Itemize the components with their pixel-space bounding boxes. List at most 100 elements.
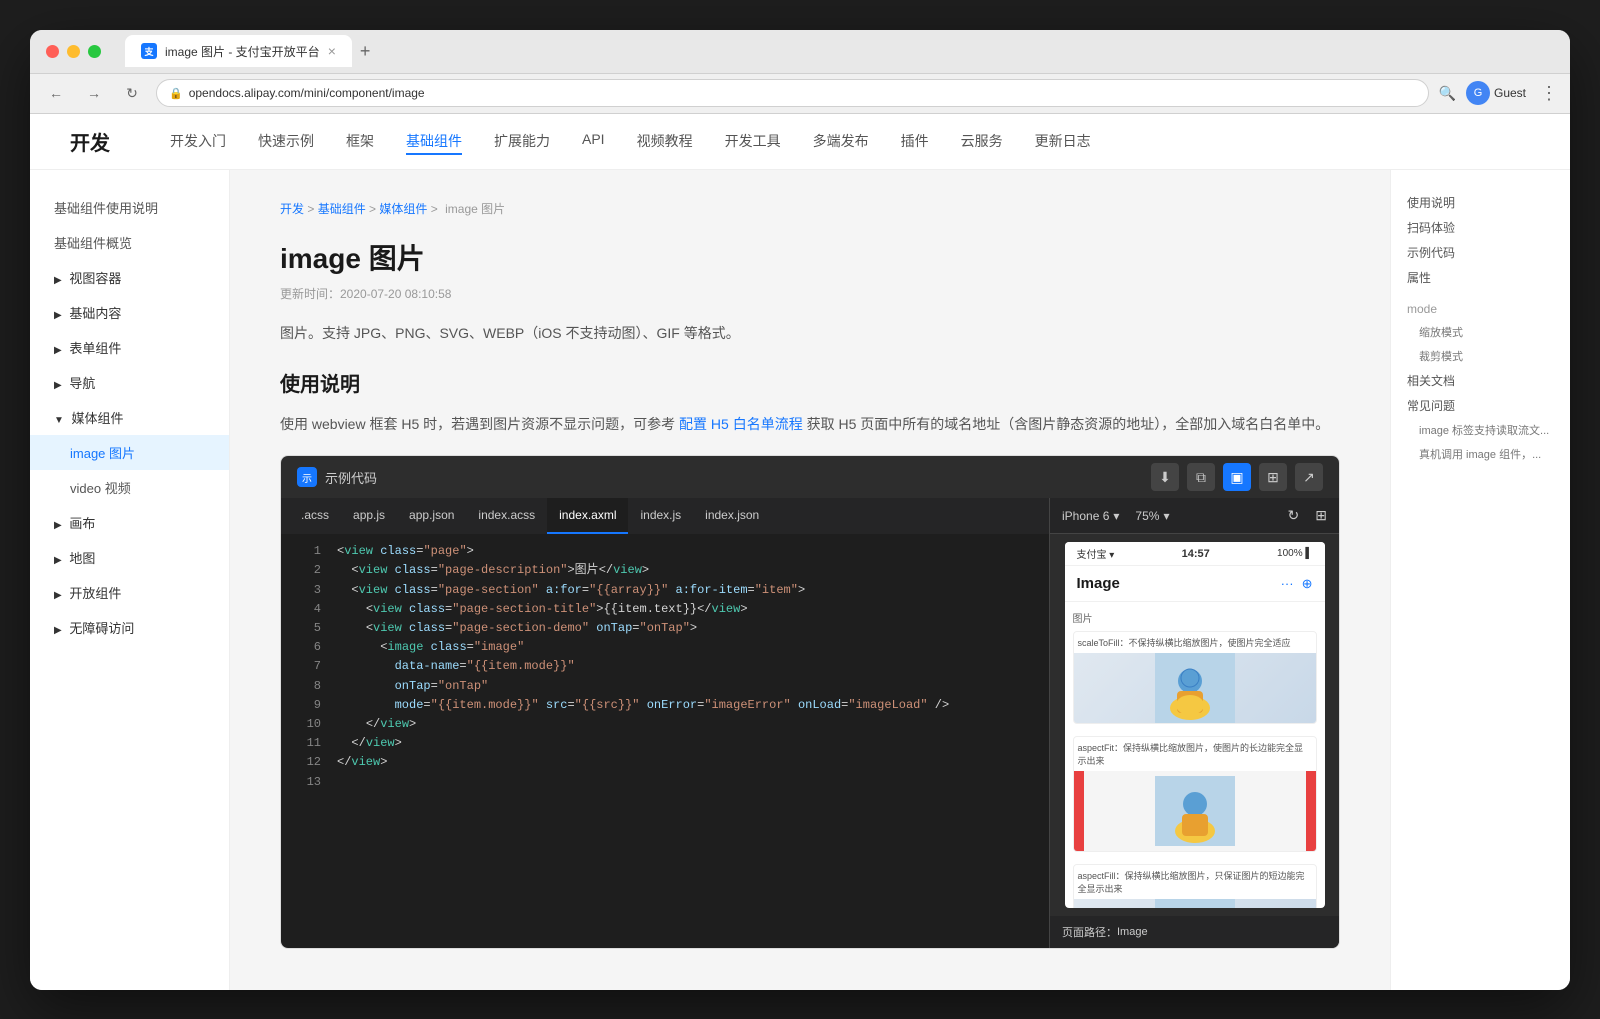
demo-container: 示 示例代码 ⬇ ⧉ ▣ ⊞ ↗ .acss bbox=[280, 455, 1340, 949]
file-tab-appjson[interactable]: app.json bbox=[397, 498, 466, 534]
toc-faq-2[interactable]: 真机调用 image 组件，... bbox=[1407, 442, 1554, 466]
toc-faq[interactable]: 常见问题 bbox=[1407, 393, 1554, 418]
grid-view-button[interactable]: ⊞ bbox=[1259, 463, 1287, 491]
file-tab-acss[interactable]: .acss bbox=[289, 498, 341, 534]
phone-image-demo-3: aspectFill：保持纵横比缩放图片，只保证图片的短边能完全显示出来 bbox=[1073, 864, 1317, 908]
browser-tab[interactable]: 支 image 图片 - 支付宝开放平台 × bbox=[125, 35, 352, 67]
toc-props[interactable]: 属性 bbox=[1407, 265, 1554, 290]
page-title: image 图片 bbox=[280, 237, 1340, 277]
share-button[interactable]: ↗ bbox=[1295, 463, 1323, 491]
breadcrumb-components[interactable]: 基础组件 bbox=[318, 202, 366, 216]
tab-close-button[interactable]: × bbox=[328, 43, 336, 59]
phone-image-caption-3: aspectFill：保持纵横比缩放图片，只保证图片的短边能完全显示出来 bbox=[1074, 865, 1316, 899]
nav-links: 开发入门 快速示例 框架 基础组件 扩展能力 API 视频教程 开发工具 多端发… bbox=[170, 127, 1091, 155]
nav-link-9[interactable]: 插件 bbox=[901, 127, 929, 155]
toc-faq-1[interactable]: image 标签支持读取流文... bbox=[1407, 418, 1554, 442]
nav-link-1[interactable]: 快速示例 bbox=[258, 127, 314, 155]
code-panel: .acss app.js app.json index.acss index.a… bbox=[281, 498, 1049, 948]
user-button[interactable]: G Guest bbox=[1466, 81, 1526, 105]
alipay-tab-icon: 支 bbox=[141, 43, 157, 59]
preview-refresh-button[interactable]: ↻ bbox=[1288, 507, 1300, 524]
code-line-11: 11 </view> bbox=[281, 734, 1049, 753]
sidebar-item-view-container[interactable]: ▶ 视图容器 bbox=[30, 260, 229, 295]
sidebar-item-nav[interactable]: ▶ 导航 bbox=[30, 365, 229, 400]
nav-link-4[interactable]: 扩展能力 bbox=[494, 127, 550, 155]
nav-link-2[interactable]: 框架 bbox=[346, 127, 374, 155]
doc-description: 图片。支持 JPG、PNG、SVG、WEBP（iOS 不支持动图）、GIF 等格… bbox=[280, 322, 1340, 344]
sidebar-item-open[interactable]: ▶ 开放组件 bbox=[30, 575, 229, 610]
right-sidebar: 使用说明 扫码体验 示例代码 属性 mode 缩放模式 裁剪模式 相关文档 常见… bbox=[1390, 170, 1570, 990]
nav-link-6[interactable]: 视频教程 bbox=[637, 127, 693, 155]
whitelist-link[interactable]: 配置 H5 白名单流程 bbox=[679, 416, 803, 432]
preview-grid-button[interactable]: ⊞ bbox=[1315, 507, 1327, 524]
refresh-button[interactable]: ↻ bbox=[118, 79, 146, 107]
minimize-button[interactable] bbox=[67, 45, 80, 58]
nav-link-10[interactable]: 云服务 bbox=[961, 127, 1003, 155]
phone-image-caption-1: scaleToFill：不保持纵横比缩放图片，使图片完全适应 bbox=[1074, 632, 1316, 653]
sidebar-item-overview[interactable]: 基础组件概览 bbox=[30, 225, 229, 260]
nav-link-11[interactable]: 更新日志 bbox=[1035, 127, 1091, 155]
sidebar-item-canvas[interactable]: ▶ 画布 bbox=[30, 505, 229, 540]
split-view-button[interactable]: ▣ bbox=[1223, 463, 1251, 491]
phone-app-header: Image ··· ⊕ bbox=[1065, 566, 1325, 602]
url-text: opendocs.alipay.com/mini/component/image bbox=[189, 86, 425, 100]
device-select[interactable]: iPhone 6 ▾ bbox=[1062, 509, 1119, 523]
sidebar-item-image[interactable]: image 图片 bbox=[30, 435, 229, 470]
zoom-select[interactable]: 75% ▾ bbox=[1135, 509, 1169, 523]
nav-link-5[interactable]: API bbox=[582, 127, 605, 155]
code-line-3: 3 <view class="page-section" a:for="{{ar… bbox=[281, 581, 1049, 600]
file-tab-appjs[interactable]: app.js bbox=[341, 498, 397, 534]
section-title-usage: 使用说明 bbox=[280, 368, 1340, 397]
file-tab-index-js[interactable]: index.js bbox=[628, 498, 693, 534]
toc-crop-mode[interactable]: 裁剪模式 bbox=[1407, 344, 1554, 368]
sidebar-item-form[interactable]: ▶ 表单组件 bbox=[30, 330, 229, 365]
sidebar-item-video[interactable]: video 视频 bbox=[30, 470, 229, 505]
search-button[interactable]: 🔍 bbox=[1439, 85, 1456, 102]
maximize-button[interactable] bbox=[88, 45, 101, 58]
breadcrumb-media[interactable]: 媒体组件 bbox=[379, 202, 427, 216]
sidebar-item-guide[interactable]: 基础组件使用说明 bbox=[30, 190, 229, 225]
breadcrumb-dev[interactable]: 开发 bbox=[280, 202, 304, 216]
file-tab-index-json[interactable]: index.json bbox=[693, 498, 771, 534]
url-bar[interactable]: 🔒 opendocs.alipay.com/mini/component/ima… bbox=[156, 79, 1429, 107]
page-wrapper: 开发 开发入门 快速示例 框架 基础组件 扩展能力 API 视频教程 开发工具 … bbox=[30, 114, 1570, 990]
file-tab-index-axml[interactable]: index.axml bbox=[547, 498, 628, 534]
forward-button[interactable]: → bbox=[80, 79, 108, 107]
footer-label: 页面路径： bbox=[1062, 924, 1117, 940]
browser-window: 支 image 图片 - 支付宝开放平台 × + ← → ↻ 🔒 opendoc… bbox=[30, 30, 1570, 990]
tab-title: image 图片 - 支付宝开放平台 bbox=[165, 43, 320, 60]
nav-link-8[interactable]: 多端发布 bbox=[813, 127, 869, 155]
browser-menu-button[interactable]: ⋮ bbox=[1540, 83, 1558, 104]
code-line-8: 8 onTap="onTap" bbox=[281, 677, 1049, 696]
toc-qr[interactable]: 扫码体验 bbox=[1407, 215, 1554, 240]
close-button[interactable] bbox=[46, 45, 59, 58]
back-button[interactable]: ← bbox=[42, 79, 70, 107]
demo-image-svg-2 bbox=[1155, 776, 1235, 846]
phone-status-bar: 支付宝 ▾ 14:57 100% ▌ bbox=[1065, 542, 1325, 566]
nav-link-3[interactable]: 基础组件 bbox=[406, 127, 462, 155]
sidebar-item-media[interactable]: ▼ 媒体组件 bbox=[30, 400, 229, 435]
device-label: iPhone 6 bbox=[1062, 509, 1109, 523]
toc-related-docs[interactable]: 相关文档 bbox=[1407, 368, 1554, 393]
code-line-10: 10 </view> bbox=[281, 715, 1049, 734]
phone-content[interactable]: 图片 scaleToFill：不保持纵横比缩放图片，使图片完全适应 bbox=[1065, 602, 1325, 908]
nav-link-0[interactable]: 开发入门 bbox=[170, 127, 226, 155]
sidebar-item-map[interactable]: ▶ 地图 bbox=[30, 540, 229, 575]
new-tab-button[interactable]: + bbox=[360, 41, 371, 62]
nav-link-7[interactable]: 开发工具 bbox=[725, 127, 781, 155]
code-line-5: 5 <view class="page-section-demo" onTap=… bbox=[281, 619, 1049, 638]
code-editor[interactable]: 1 <view class="page"> 2 <view class="pag… bbox=[281, 534, 1049, 948]
toc-scale-mode[interactable]: 缩放模式 bbox=[1407, 320, 1554, 344]
phone-header-icons: ··· ⊕ bbox=[1281, 576, 1313, 592]
toc-code[interactable]: 示例代码 bbox=[1407, 240, 1554, 265]
lock-icon: 🔒 bbox=[169, 87, 183, 100]
phone-img-placeholder-3 bbox=[1074, 899, 1316, 908]
toc-usage[interactable]: 使用说明 bbox=[1407, 190, 1554, 215]
sidebar-item-accessibility[interactable]: ▶ 无障碍访问 bbox=[30, 610, 229, 645]
footer-path: Image bbox=[1117, 926, 1148, 938]
copy-button[interactable]: ⧉ bbox=[1187, 463, 1215, 491]
phone-image-demo-2: aspectFit：保持纵横比缩放图片，使图片的长边能完全显示出来 bbox=[1073, 736, 1317, 852]
sidebar-item-basic-content[interactable]: ▶ 基础内容 bbox=[30, 295, 229, 330]
file-tab-index-acss[interactable]: index.acss bbox=[466, 498, 547, 534]
download-button[interactable]: ⬇ bbox=[1151, 463, 1179, 491]
